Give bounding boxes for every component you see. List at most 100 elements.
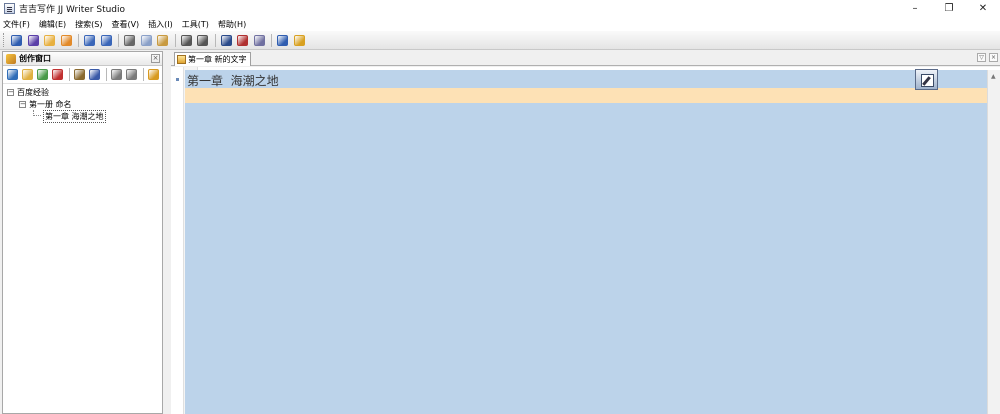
undo-button[interactable] [82,33,97,48]
move-up-button[interactable] [110,67,124,82]
paste-button[interactable] [155,33,170,48]
restore-button[interactable]: ❐ [932,0,966,17]
document-tab[interactable]: 第一章 新的文字 [174,52,251,66]
book-info-button[interactable] [88,67,102,82]
save-button[interactable] [9,33,24,48]
toolbar-grip[interactable] [3,33,6,47]
help-icon [277,34,288,46]
lock-button[interactable] [147,67,161,82]
minimize-button[interactable]: – [898,0,932,17]
save-icon [11,34,22,46]
window-title: 吉吉写作 JJ Writer Studio [19,5,126,15]
text-editor[interactable]: 2 第一章 海潮之地 ▲ [171,67,1000,414]
save-all-icon [27,34,39,46]
toolbar-separator [174,33,176,47]
pane-toolbar [3,66,162,84]
properties-button[interactable] [73,67,87,82]
scroll-up-icon[interactable]: ▲ [991,73,996,80]
toolbar-separator [214,33,216,47]
delete-icon [52,69,64,80]
collapse-icon[interactable]: − [19,100,26,108]
help-button[interactable] [275,33,290,48]
replace-button[interactable] [235,33,250,48]
menu-view[interactable]: 查看(V) [111,19,139,30]
book-tree: − 百度经验 − 第一册 命名 第一章 海潮之地 [3,84,162,123]
cut-icon [124,34,135,46]
writing-window-pane: 创作窗口 × − 百度经验 − 第一册 命名 第一章 海潮之地 [2,51,163,414]
redo-icon [100,34,112,46]
print-preview-button[interactable] [252,33,267,48]
find-button[interactable] [219,33,234,48]
find-icon [220,34,232,46]
new-chapter-button[interactable] [36,67,50,82]
replace-icon [237,34,248,46]
pane-close-button[interactable]: × [151,54,160,63]
title-bar: 吉吉写作 JJ Writer Studio – ❐ ✕ [0,0,1000,17]
tree-label-volume: 第一册 命名 [29,99,72,109]
menu-bar: 文件(F) 编辑(E) 搜索(S) 查看(V) 插入(I) 工具(T) 帮助(H… [0,17,1000,31]
print-preview-icon [253,34,265,46]
pane-splitter[interactable] [164,51,170,414]
export-button[interactable] [59,33,74,48]
tree-label-book: 百度经验 [17,87,49,97]
document-icon [177,55,186,64]
menu-insert[interactable]: 插入(I) [148,19,173,30]
copy-button[interactable] [139,33,154,48]
export-icon [60,34,72,46]
delete-button[interactable] [51,67,65,82]
about-button[interactable] [292,33,307,48]
current-line-highlight[interactable] [185,88,987,103]
open-folder-button[interactable] [42,33,57,48]
toolbar-separator [118,33,119,47]
toolbar-separator [106,68,107,81]
tree-row-book[interactable]: − 百度经验 [3,86,162,98]
document-tabstrip: 第一章 新的文字 ▽ × [171,51,1000,66]
cut-button[interactable] [122,33,137,48]
open-folder-icon [44,34,55,46]
lock-icon [148,69,160,80]
new-chapter-icon [37,69,49,80]
toolbar-separator [78,33,79,47]
main-toolbar [0,31,1000,50]
menu-help[interactable]: 帮助(H) [218,19,246,30]
menu-edit[interactable]: 编辑(E) [39,19,66,30]
menu-tools[interactable]: 工具(T) [182,19,209,30]
save-all-button[interactable] [26,33,41,48]
move-down-button[interactable] [125,67,139,82]
edit-mode-icon[interactable] [915,69,938,90]
indent-icon [180,34,192,46]
menu-file[interactable]: 文件(F) [3,19,30,30]
new-book-button[interactable] [6,67,20,82]
redo-button[interactable] [99,33,114,48]
about-icon [293,34,305,46]
fold-marker-icon[interactable] [176,78,179,81]
editor-text-area[interactable]: 第一章 海潮之地 [185,69,987,414]
copy-icon [140,34,152,46]
collapse-icon[interactable]: − [7,88,14,96]
pencil-icon [6,53,16,64]
tab-close-icon[interactable]: × [989,53,998,62]
menu-search[interactable]: 搜索(S) [75,19,102,30]
indent-button[interactable] [179,33,194,48]
tree-connector [33,110,41,116]
document-tab-label: 第一章 新的文字 [188,55,247,64]
new-volume-button[interactable] [21,67,35,82]
outdent-button[interactable] [195,33,210,48]
pane-title: 创作窗口 [19,54,51,63]
new-book-icon [7,69,19,80]
close-button[interactable]: ✕ [966,0,1000,17]
tab-list-icon[interactable]: ▽ [977,53,986,62]
new-volume-icon [22,69,34,80]
tree-row-volume[interactable]: − 第一册 命名 [3,98,162,110]
window-controls: – ❐ ✕ [898,0,1000,17]
book-info-icon [89,69,101,80]
fold-margin[interactable] [171,67,184,414]
toolbar-separator [271,33,272,47]
vertical-scrollbar[interactable]: ▲ [987,70,1000,414]
outdent-icon [197,34,208,46]
app-icon [4,3,15,14]
tree-row-chapter[interactable]: 第一章 海潮之地 [3,109,162,123]
chapter-heading-text[interactable]: 第一章 海潮之地 [187,72,279,89]
tree-label-chapter: 第一章 海潮之地 [43,109,106,123]
move-down-icon [126,69,138,80]
